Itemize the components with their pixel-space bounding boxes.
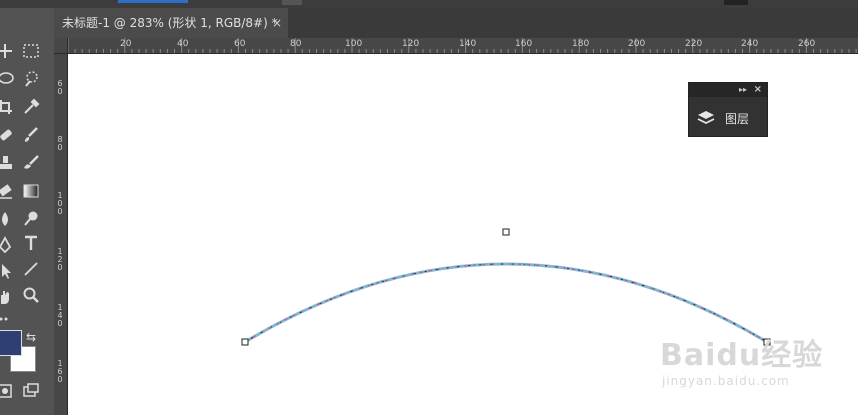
type-tool-icon[interactable] [20, 232, 42, 254]
panel-header[interactable]: ▸▸ × [689, 83, 767, 97]
active-indicator [118, 0, 188, 3]
foreground-color-swatch[interactable] [0, 330, 22, 356]
path-select-tool-icon[interactable] [0, 260, 16, 282]
ruler-label: 1 0 0 [57, 191, 63, 216]
document-tab-title: 未标题-1 @ 283% (形状 1, RGB/8#) * [62, 16, 278, 30]
anchor-point-left[interactable] [241, 338, 249, 346]
ruler-label: 80 [290, 39, 302, 49]
history-brush-tool-icon[interactable] [20, 152, 42, 174]
close-panel-icon[interactable]: × [754, 83, 762, 97]
baidu-watermark: Baidu经验 jingyan.baidu.com [660, 330, 823, 388]
options-bar [0, 0, 858, 8]
ruler-label: 260 [798, 39, 816, 49]
ruler-label: 6 0 [57, 79, 63, 96]
marquee-tool-icon[interactable] [20, 40, 42, 62]
ruler-label: 120 [402, 39, 420, 49]
ruler-label: 60 [234, 39, 246, 49]
swap-colors-icon[interactable]: ⇆ [26, 330, 36, 344]
healing-brush-tool-icon[interactable] [0, 124, 16, 146]
layers-icon [697, 111, 715, 125]
brush-tool-icon[interactable] [20, 124, 42, 146]
blur-tool-icon[interactable] [0, 208, 16, 230]
vertical-ruler: 6 0 8 0 1 0 0 1 2 0 1 4 0 1 6 0 [54, 54, 68, 415]
ruler-label: 240 [741, 39, 759, 49]
ruler-label: 220 [685, 39, 703, 49]
dodge-tool-icon[interactable] [20, 208, 42, 230]
ruler-label: 100 [345, 39, 363, 49]
tab-close-icon[interactable]: × [272, 8, 282, 38]
eraser-tool-icon[interactable] [0, 180, 16, 202]
quick-mask-icon[interactable] [0, 380, 16, 402]
layers-panel-button[interactable]: 图层 [697, 109, 749, 127]
gradient-tool-icon[interactable] [20, 180, 42, 202]
clone-stamp-tool-icon[interactable] [0, 152, 16, 174]
ruler-label: 180 [572, 39, 590, 49]
zoom-tool-icon[interactable] [20, 284, 42, 306]
document-tab[interactable]: 未标题-1 @ 283% (形状 1, RGB/8#) * × [54, 8, 288, 38]
ruler-label: 1 4 0 [57, 303, 63, 328]
more-tools-icon[interactable] [0, 308, 16, 330]
move-tool-icon[interactable] [0, 40, 16, 62]
ruler-label: 1 6 0 [57, 359, 63, 384]
crop-tool-icon[interactable] [0, 96, 16, 118]
ruler-label: 8 0 [57, 135, 63, 152]
ruler-label: 40 [177, 39, 189, 49]
watermark-brand: Baidu经验 [660, 338, 824, 373]
screen-mode-icon[interactable] [20, 380, 42, 402]
collapse-panel-icon[interactable]: ▸▸ [739, 83, 747, 97]
ruler-label: 20 [120, 39, 132, 49]
lasso-tool-icon[interactable] [0, 68, 16, 90]
options-bar-segment [282, 0, 302, 5]
options-bar-segment [724, 0, 748, 5]
anchor-point-top[interactable] [502, 228, 510, 236]
layers-label: 图层 [725, 111, 750, 126]
eyedropper-tool-icon[interactable] [20, 96, 42, 118]
hand-tool-icon[interactable] [0, 286, 16, 308]
tools-panel: ⇆ [0, 8, 54, 415]
horizontal-ruler: 20 40 60 80 100 120 140 160 180 200 220 … [68, 38, 858, 54]
ruler-corner [54, 38, 68, 54]
document-tab-bar: 未标题-1 @ 283% (形状 1, RGB/8#) * × [54, 8, 858, 38]
ruler-label: 160 [515, 39, 533, 49]
quick-select-tool-icon[interactable] [20, 68, 42, 90]
line-tool-icon[interactable] [20, 258, 42, 280]
pen-tool-icon[interactable] [0, 234, 16, 256]
ruler-label: 1 2 0 [57, 247, 63, 272]
watermark-url: jingyan.baidu.com [662, 374, 790, 388]
ruler-label: 200 [628, 39, 646, 49]
ruler-label: 140 [459, 39, 477, 49]
layers-panel: ▸▸ × 图层 [688, 82, 768, 137]
